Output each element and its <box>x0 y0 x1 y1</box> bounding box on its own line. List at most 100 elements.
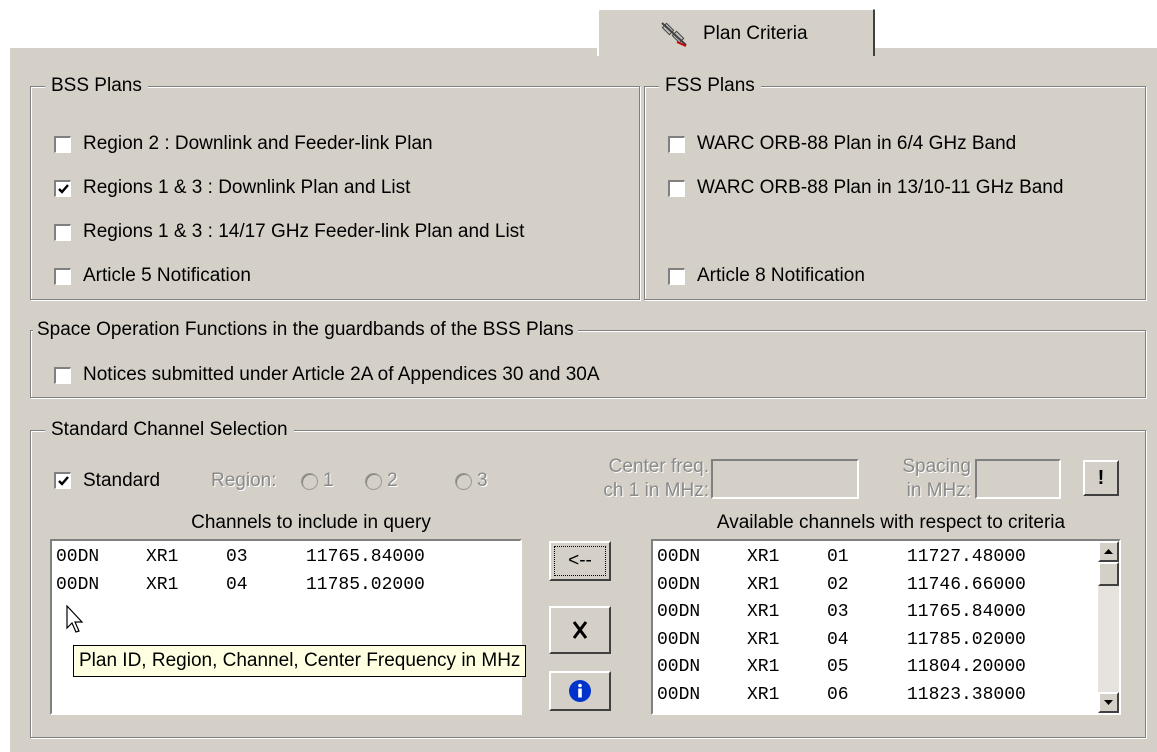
region-3-radio[interactable] <box>455 473 472 490</box>
available-plan-id-cell: 00DN <box>657 574 701 595</box>
space-ops-group: Space Operation Functions in the guardba… <box>30 318 1146 398</box>
scrollbar[interactable] <box>1098 541 1119 713</box>
fss-article8-label: Article 8 Notification <box>697 265 865 286</box>
add-channel-label: <-- <box>554 546 606 576</box>
region-2-label: 2 <box>387 470 398 491</box>
region-2-radio[interactable] <box>365 473 382 490</box>
region-1-radio[interactable] <box>301 473 318 490</box>
included-channel-cell: 03 <box>226 547 248 567</box>
available-center-frequency-cell: 11765.84000 <box>907 602 1026 623</box>
bss-article5-label: Article 5 Notification <box>83 265 251 286</box>
available-plan-id-cell: 00DN <box>657 657 701 678</box>
standard-checkbox[interactable] <box>54 472 71 489</box>
center-freq-label-1: Center freq. <box>608 456 709 477</box>
available-row[interactable]: 00DN XR1 04 11785.02000 <box>657 627 1077 655</box>
available-row[interactable]: 00DN XR1 02 11746.66000 <box>657 572 1077 600</box>
available-region-cell: XR1 <box>747 602 780 623</box>
fss-article8-checkbox[interactable] <box>668 268 685 285</box>
info-button[interactable] <box>549 671 611 711</box>
satellite-icon <box>661 22 687 47</box>
add-channel-button[interactable]: <-- <box>549 541 611 581</box>
available-row[interactable]: 00DN XR1 05 11804.20000 <box>657 654 1077 682</box>
fss-plans-group: FSS Plans WARC ORB-88 Plan in 6/4 GHz Ba… <box>644 74 1146 300</box>
available-center-frequency-cell: 11785.02000 <box>907 629 1026 650</box>
bss-article5-checkbox[interactable] <box>54 268 71 285</box>
included-row[interactable]: 00DN XR1 03 11765.84000 <box>56 544 516 572</box>
included-plan-id-cell: 00DN <box>56 574 100 595</box>
info-icon <box>569 680 591 702</box>
available-channels-list[interactable]: 00DN XR1 01 11727.48000 00DN XR1 02 11746.66000… <box>651 539 1121 715</box>
available-channel-cell: 06 <box>827 684 849 705</box>
bss-region13-downlink-checkbox[interactable] <box>54 180 71 197</box>
available-row[interactable]: 00DN XR1 06 11823.38000 <box>657 682 1077 710</box>
region-3-label: 3 <box>477 470 488 491</box>
available-row[interactable]: 00DN XR1 01 11727.48000 <box>657 544 1077 572</box>
checkmark-icon <box>58 476 69 486</box>
spacing-input[interactable] <box>975 459 1061 499</box>
available-region-cell: XR1 <box>747 547 780 567</box>
available-center-frequency-cell: 11804.20000 <box>907 657 1026 678</box>
included-row[interactable]: 00DN XR1 04 11785.02000 <box>56 572 516 600</box>
remove-channel-button[interactable] <box>549 606 611 654</box>
scroll-down-button[interactable] <box>1098 692 1119 713</box>
included-channel-cell: 04 <box>226 574 248 595</box>
arrow-down-icon <box>1104 700 1113 705</box>
include-heading: Channels to include in query <box>191 512 431 533</box>
scroll-thumb[interactable] <box>1098 562 1119 586</box>
available-region-cell: XR1 <box>747 684 780 705</box>
available-center-frequency-cell: 11823.38000 <box>907 684 1026 705</box>
available-plan-id-cell: 00DN <box>657 629 701 650</box>
included-channels-list[interactable]: 00DN XR1 03 11765.84000 00DN XR1 04 11785.02000 <box>50 539 522 715</box>
available-plan-id-cell: 00DN <box>657 547 701 567</box>
bss-region13-feeder-label: Regions 1 & 3 : 14/17 GHz Feeder-link Pl… <box>83 221 525 242</box>
available-center-frequency-cell: 11746.66000 <box>907 574 1026 595</box>
center-freq-input[interactable] <box>711 459 859 499</box>
bss-region13-downlink-label: Regions 1 & 3 : Downlink Plan and List <box>83 177 411 198</box>
space-ops-notices-label: Notices submitted under Article 2A of Ap… <box>83 364 600 385</box>
standard-channel-title: Standard Channel Selection <box>45 418 294 442</box>
bss-region13-feeder-checkbox[interactable] <box>54 224 71 241</box>
space-ops-notices-checkbox[interactable] <box>54 367 71 384</box>
included-region-cell: XR1 <box>146 547 179 567</box>
remove-icon <box>572 621 588 639</box>
included-region-cell: XR1 <box>146 574 179 595</box>
available-region-cell: XR1 <box>747 657 780 678</box>
apply-standard-button[interactable]: ! <box>1083 460 1119 496</box>
fss-13-10ghz-label: WARC ORB-88 Plan in 13/10-11 GHz Band <box>697 177 1064 198</box>
tab-plan-criteria[interactable]: Plan Criteria <box>597 8 875 56</box>
available-region-cell: XR1 <box>747 574 780 595</box>
available-channel-cell: 04 <box>827 629 849 650</box>
fss-6-4ghz-checkbox[interactable] <box>668 136 685 153</box>
checkmark-icon <box>58 184 69 194</box>
included-center-frequency-cell: 11765.84000 <box>306 547 425 567</box>
standard-label: Standard <box>83 470 161 491</box>
spacing-label-2: in MHz: <box>906 480 971 501</box>
mouse-cursor-icon <box>66 605 84 633</box>
available-center-frequency-cell: 11727.48000 <box>907 547 1026 567</box>
bss-plans-title: BSS Plans <box>45 74 148 98</box>
included-center-frequency-cell: 11785.02000 <box>306 574 425 595</box>
tab-label: Plan Criteria <box>703 23 808 44</box>
center-freq-label-2: ch 1 in MHz: <box>603 480 709 501</box>
region-label: Region: <box>211 470 277 491</box>
standard-channel-group: Standard Channel Selection Standard Regi… <box>30 418 1146 738</box>
available-row[interactable]: 00DN XR1 03 11765.84000 <box>657 599 1077 627</box>
bss-plans-group: BSS Plans Region 2 : Downlink and Feeder… <box>30 74 640 300</box>
available-channel-cell: 01 <box>827 547 849 567</box>
available-plan-id-cell: 00DN <box>657 602 701 623</box>
spacing-label-1: Spacing <box>902 456 971 477</box>
available-channel-cell: 05 <box>827 657 849 678</box>
included-plan-id-cell: 00DN <box>56 547 100 567</box>
arrow-up-icon <box>1104 549 1113 554</box>
fss-6-4ghz-label: WARC ORB-88 Plan in 6/4 GHz Band <box>697 133 1017 154</box>
available-channel-cell: 02 <box>827 574 849 595</box>
bss-region2-label: Region 2 : Downlink and Feeder-link Plan <box>83 133 433 154</box>
fss-plans-title: FSS Plans <box>659 74 761 98</box>
available-heading: Available channels with respect to crite… <box>716 512 1066 533</box>
scroll-up-button[interactable] <box>1098 541 1119 562</box>
region-1-label: 1 <box>323 470 334 491</box>
fss-13-10ghz-checkbox[interactable] <box>668 180 685 197</box>
bss-region2-checkbox[interactable] <box>54 136 71 153</box>
tooltip: Plan ID, Region, Channel, Center Frequen… <box>73 645 527 677</box>
available-region-cell: XR1 <box>747 629 780 650</box>
